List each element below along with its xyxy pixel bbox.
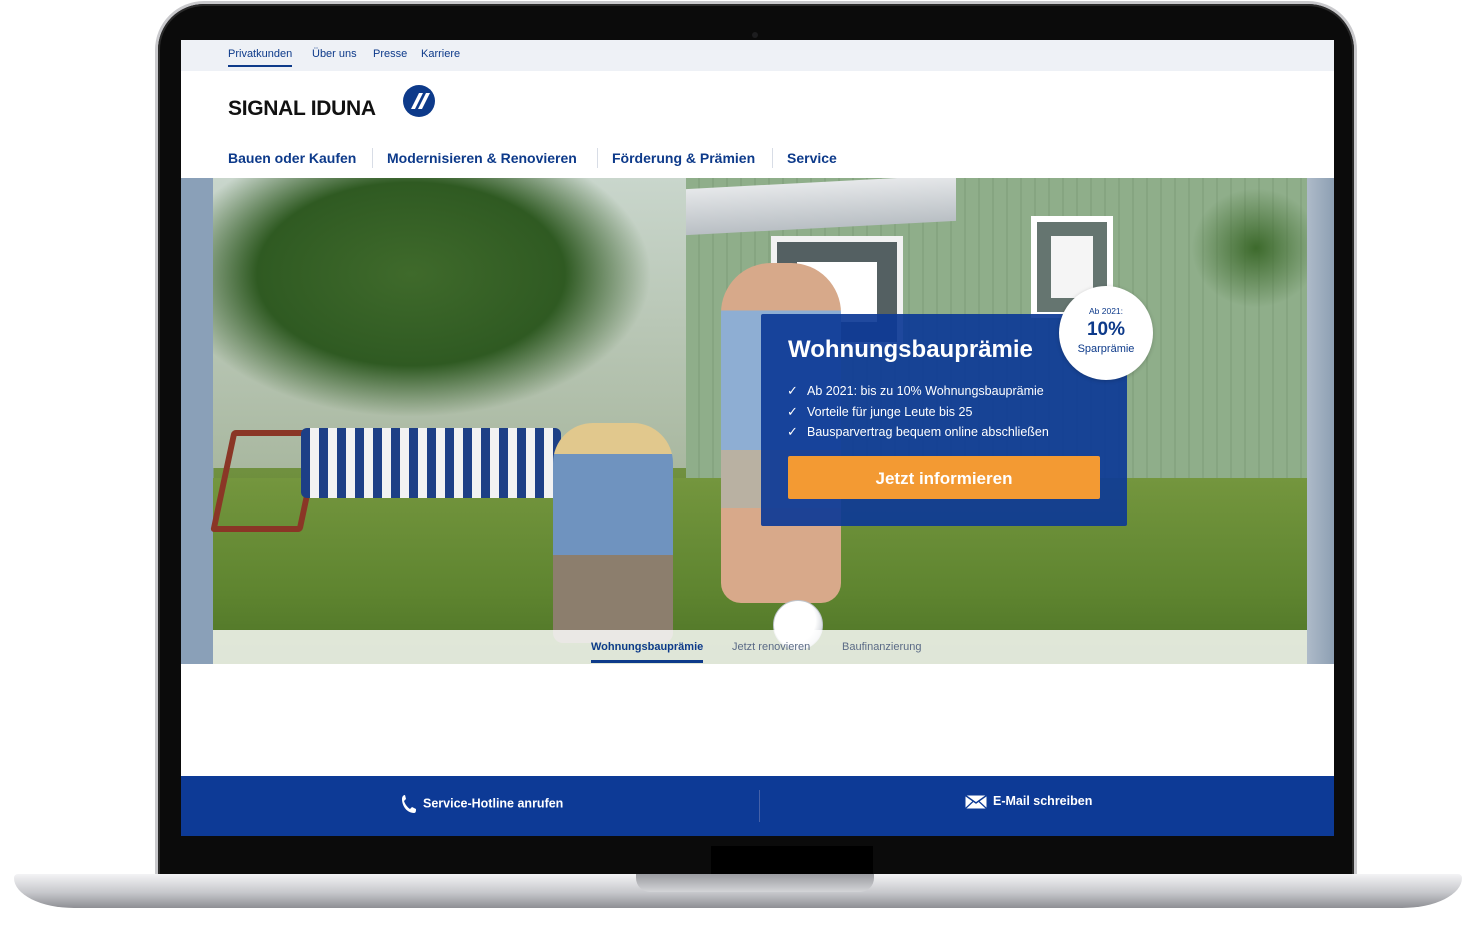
nav-bauen-oder-kaufen[interactable]: Bauen oder Kaufen — [228, 150, 356, 166]
laptop-opening-notch — [636, 874, 874, 892]
badge-date: Ab 2021: — [1088, 306, 1124, 316]
hero-photo-tree — [213, 178, 653, 418]
email-button[interactable]: E-Mail schreiben — [965, 794, 1092, 809]
benefit-item: ✓ Ab 2021: bis zu 10% Wohnungsbauprämie — [787, 381, 1049, 402]
browser-viewport: Privatkunden Über uns Presse Karriere SI… — [181, 40, 1334, 836]
hero-photo-table — [301, 428, 561, 498]
utility-nav-presse[interactable]: Presse — [373, 48, 407, 60]
benefit-item: ✓ Bausparvertrag bequem online abschließe… — [787, 422, 1049, 443]
brand-logo-text[interactable]: SIGNAL IDUNA — [228, 97, 376, 121]
hero-carousel-tabs: Wohnungsbauprämie Jetzt renovieren Baufi… — [213, 630, 1307, 664]
utility-nav-privatkunden[interactable]: Privatkunden — [228, 48, 293, 67]
email-label: E-Mail schreiben — [993, 794, 1093, 808]
laptop-bezel-label — [711, 846, 873, 874]
checkmark-icon: ✓ — [787, 424, 798, 439]
badge-percentage: 10% — [1086, 319, 1126, 340]
contact-bar: Service-Hotline anrufen E-Mail schreiben — [181, 776, 1334, 836]
nav-service[interactable]: Service — [787, 150, 837, 166]
laptop-camera — [752, 32, 758, 38]
jetzt-informieren-button[interactable]: Jetzt informieren — [788, 456, 1100, 499]
service-hotline-label: Service-Hotline anrufen — [423, 796, 564, 811]
hero-photo-child — [553, 423, 673, 643]
signal-iduna-logo-icon[interactable] — [402, 84, 436, 118]
benefit-item: ✓ Vorteile für junge Leute bis 25 — [787, 402, 1049, 423]
benefit-text: Vorteile für junge Leute bis 25 — [807, 404, 973, 419]
promo-title: Wohnungsbauprämie — [788, 336, 1033, 363]
checkmark-icon: ✓ — [787, 383, 798, 398]
checkmark-icon: ✓ — [787, 403, 798, 419]
nav-foerderung-praemien[interactable]: Förderung & Prämien — [612, 150, 755, 166]
utility-nav-ueber-uns[interactable]: Über uns — [312, 48, 357, 60]
footer-divider — [759, 790, 760, 822]
utility-nav-karriere[interactable]: Karriere — [421, 48, 460, 60]
utility-nav: Privatkunden Über uns Presse Karriere — [181, 40, 1334, 71]
hero-side-edge — [1307, 178, 1334, 664]
phone-icon — [402, 795, 416, 813]
nav-divider — [372, 148, 373, 168]
badge-label: Sparprämie — [1077, 343, 1135, 355]
tab-jetzt-renovieren[interactable]: Jetzt renovieren — [732, 641, 810, 653]
hero-photo-tree — [1191, 188, 1321, 308]
tab-wohnungsbaupraemie[interactable]: Wohnungsbauprämie — [591, 641, 704, 663]
promo-benefits-list: ✓ Ab 2021: bis zu 10% Wohnungsbauprämie ✓… — [787, 381, 1049, 443]
tab-baufinanzierung[interactable]: Baufinanzierung — [842, 641, 922, 653]
nav-divider — [772, 148, 773, 168]
nav-divider — [597, 148, 598, 168]
nav-modernisieren-renovieren[interactable]: Modernisieren & Renovieren — [387, 150, 577, 166]
envelope-icon — [965, 794, 987, 809]
benefit-text: Bausparvertrag bequem online abschließen — [807, 425, 1049, 439]
sparpraemie-badge: Ab 2021: 10% Sparprämie — [1059, 286, 1153, 380]
benefit-text: Ab 2021: bis zu 10% Wohnungsbauprämie — [807, 384, 1044, 398]
hero-banner: Wohnungsbauprämie ✓ Ab 2021: bis zu 10% W… — [181, 178, 1334, 664]
service-hotline-button[interactable]: Service-Hotline anrufen — [401, 794, 563, 814]
